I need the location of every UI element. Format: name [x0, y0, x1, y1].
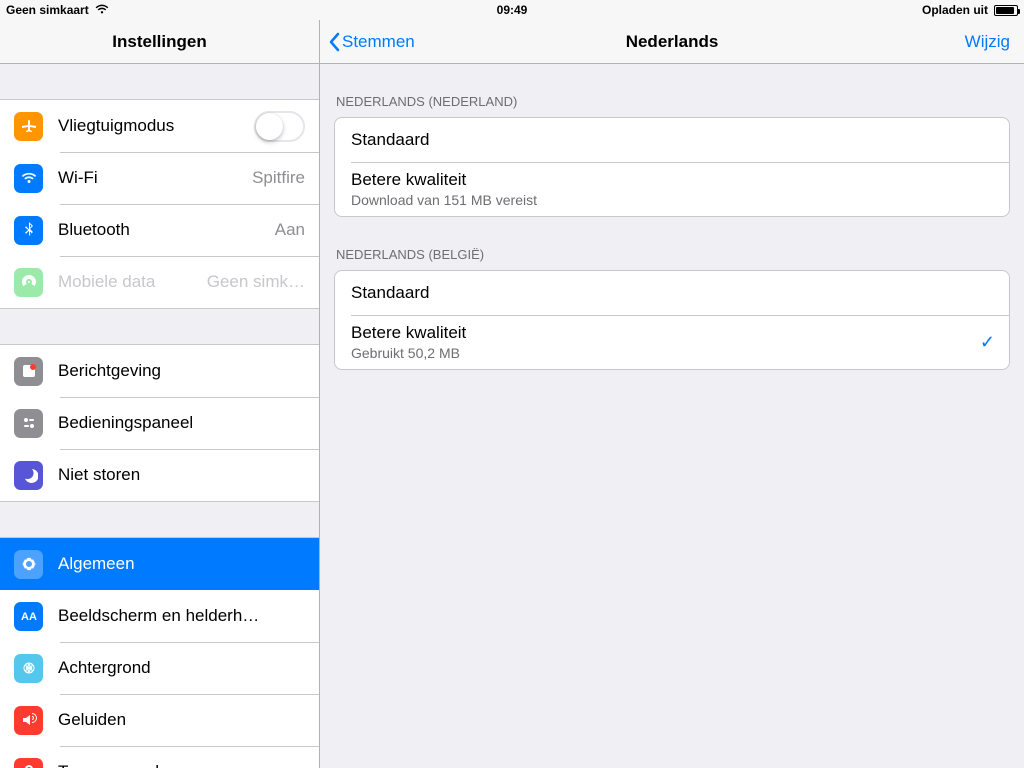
- voice-row-standard-nl[interactable]: Standaard: [335, 118, 1009, 162]
- voice-title: Standaard: [351, 283, 1009, 303]
- sidebar-item-display[interactable]: AA Beeldscherm en helderh…: [0, 590, 319, 642]
- voice-group-nl-be: Standaard Betere kwaliteit Gebruikt 50,2…: [334, 270, 1010, 370]
- sidebar-item-label: Algemeen: [58, 554, 319, 574]
- gear-icon: [14, 550, 43, 579]
- sidebar-item-label: Achtergrond: [58, 658, 319, 678]
- clock: 09:49: [497, 3, 528, 17]
- sidebar-item-label: Wi-Fi: [58, 168, 252, 188]
- bluetooth-value: Aan: [275, 220, 305, 240]
- sidebar-item-dnd[interactable]: Niet storen: [0, 449, 319, 501]
- carrier-text: Geen simkaart: [6, 3, 89, 17]
- battery-icon: [994, 5, 1018, 16]
- sidebar-item-airplane[interactable]: Vliegtuigmodus: [0, 100, 319, 152]
- sidebar-item-label: Niet storen: [58, 465, 319, 485]
- sidebar-item-label: Toegangscode: [58, 762, 319, 768]
- settings-title: Instellingen: [112, 32, 206, 52]
- voice-title: Betere kwaliteit: [351, 170, 1009, 190]
- nav-right: Stemmen Nederlands Wijzig: [320, 20, 1024, 63]
- wifi-value: Spitfire: [252, 168, 305, 188]
- lock-icon: [14, 758, 43, 768]
- sidebar-item-sounds[interactable]: Geluiden: [0, 694, 319, 746]
- speaker-icon: [14, 706, 43, 735]
- sidebar-item-notifications[interactable]: Berichtgeving: [0, 345, 319, 397]
- sidebar-group-general: Algemeen AA Beeldscherm en helderh… Acht…: [0, 537, 319, 768]
- sidebar-item-bluetooth[interactable]: Bluetooth Aan: [0, 204, 319, 256]
- voice-subtitle: Gebruikt 50,2 MB: [351, 345, 980, 361]
- display-icon: AA: [14, 602, 43, 631]
- airplane-icon: [14, 112, 43, 141]
- charging-text: Opladen uit: [922, 3, 988, 17]
- voice-title: Betere kwaliteit: [351, 323, 980, 343]
- detail-pane[interactable]: NEDERLANDS (NEDERLAND) Standaard Betere …: [320, 64, 1024, 768]
- checkmark-icon: ✓: [980, 332, 995, 353]
- airplane-toggle[interactable]: [254, 111, 305, 142]
- voice-row-standard-be[interactable]: Standaard: [335, 271, 1009, 315]
- notifications-icon: [14, 357, 43, 386]
- voice-row-enhanced-be[interactable]: Betere kwaliteit Gebruikt 50,2 MB ✓: [335, 315, 1009, 369]
- status-bar: Geen simkaart 09:49 Opladen uit: [0, 0, 1024, 20]
- cellular-value: Geen simk…: [207, 272, 305, 292]
- voice-group-nl-nl: Standaard Betere kwaliteit Download van …: [334, 117, 1010, 217]
- sidebar-item-label: Mobiele data: [58, 272, 207, 292]
- wallpaper-icon: [14, 654, 43, 683]
- sidebar-item-label: Bluetooth: [58, 220, 275, 240]
- sidebar-item-control-center[interactable]: Bedieningspaneel: [0, 397, 319, 449]
- voice-subtitle: Download van 151 MB vereist: [351, 192, 1009, 208]
- sidebar-item-passcode[interactable]: Toegangscode: [0, 746, 319, 768]
- edit-button[interactable]: Wijzig: [965, 32, 1010, 52]
- sidebar-group-connectivity: Vliegtuigmodus Wi-Fi Spitfire Bluetooth …: [0, 99, 319, 309]
- voice-row-enhanced-nl[interactable]: Betere kwaliteit Download van 151 MB ver…: [335, 162, 1009, 216]
- sidebar-item-label: Bedieningspaneel: [58, 413, 319, 433]
- sidebar-item-wallpaper[interactable]: Achtergrond: [0, 642, 319, 694]
- back-label: Stemmen: [342, 32, 415, 52]
- bluetooth-icon: [14, 216, 43, 245]
- detail-title: Nederlands: [626, 32, 719, 52]
- wifi-icon: [95, 3, 109, 17]
- wifi-icon: [14, 164, 43, 193]
- nav-left: Instellingen: [0, 20, 320, 63]
- section-header-nl-nl: NEDERLANDS (NEDERLAND): [320, 64, 1024, 117]
- cellular-icon: [14, 268, 43, 297]
- chevron-left-icon: [328, 32, 340, 52]
- settings-sidebar[interactable]: Vliegtuigmodus Wi-Fi Spitfire Bluetooth …: [0, 64, 320, 768]
- sidebar-item-label: Geluiden: [58, 710, 319, 730]
- sidebar-item-wifi[interactable]: Wi-Fi Spitfire: [0, 152, 319, 204]
- navigation-bar: Instellingen Stemmen Nederlands Wijzig: [0, 20, 1024, 64]
- section-header-nl-be: NEDERLANDS (BELGIË): [320, 217, 1024, 270]
- sidebar-item-label: Berichtgeving: [58, 361, 319, 381]
- sidebar-item-label: Beeldscherm en helderh…: [58, 606, 319, 626]
- sidebar-group-notifications: Berichtgeving Bedieningspaneel Niet stor…: [0, 344, 319, 502]
- sidebar-item-general[interactable]: Algemeen: [0, 538, 319, 590]
- control-center-icon: [14, 409, 43, 438]
- sidebar-item-label: Vliegtuigmodus: [58, 116, 254, 136]
- moon-icon: [14, 461, 43, 490]
- sidebar-item-cellular: Mobiele data Geen simk…: [0, 256, 319, 308]
- back-button[interactable]: Stemmen: [328, 32, 415, 52]
- voice-title: Standaard: [351, 130, 1009, 150]
- svg-text:AA: AA: [21, 611, 37, 623]
